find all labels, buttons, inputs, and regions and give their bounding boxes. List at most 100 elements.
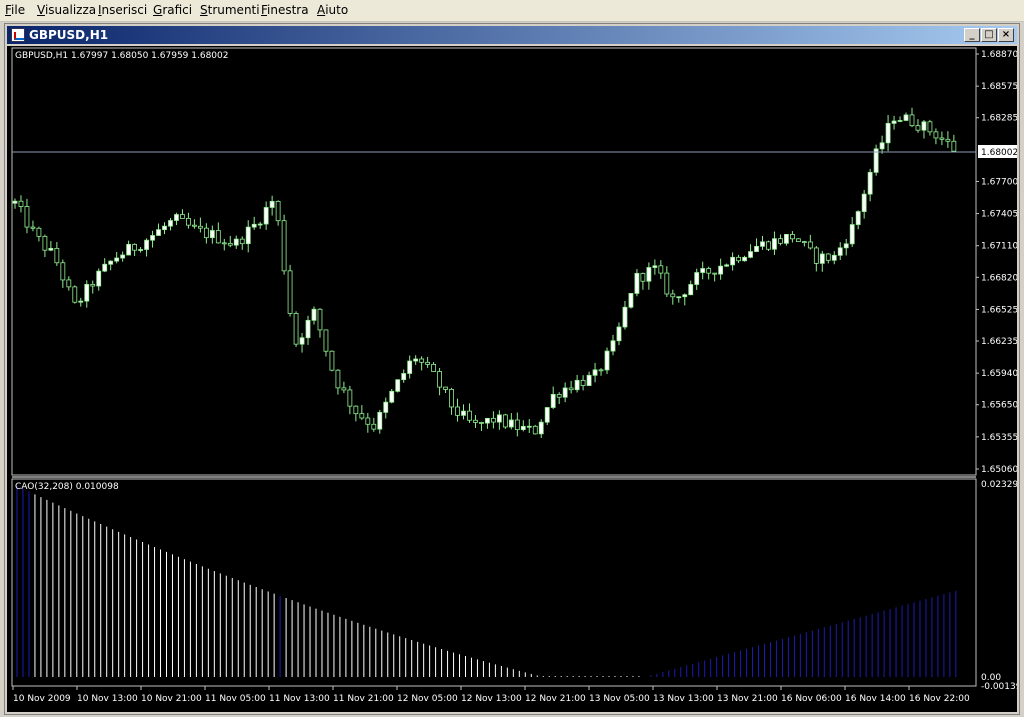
candle-body	[120, 254, 126, 259]
price-axis-label: 1.65650	[981, 401, 1017, 411]
candle-body	[287, 270, 293, 314]
price-axis-label: 1.65355	[981, 433, 1017, 443]
candle-body	[245, 226, 251, 245]
candle-body	[389, 390, 395, 403]
candle-body	[413, 358, 419, 362]
candle-body	[126, 243, 132, 256]
candle-body	[233, 238, 239, 246]
candle-body	[867, 171, 873, 195]
menu-inserisci[interactable]: Inserisci	[98, 3, 147, 17]
candle-body	[778, 238, 783, 244]
candle-body	[652, 265, 658, 268]
candle-body	[724, 264, 730, 267]
candle-body	[42, 235, 48, 251]
chart-svg[interactable]: 1.68002 GBPUSD,H1 1.67997 1.68050 1.6795…	[7, 46, 1024, 712]
candle-body	[36, 227, 42, 237]
price-axis-label: 1.68285	[981, 114, 1017, 124]
candle-body	[275, 201, 281, 222]
candle-body	[736, 256, 741, 262]
menu-bar: File Visualizza Inserisci Grafici Strume…	[0, 0, 1024, 22]
candle-body	[24, 206, 30, 228]
menu-aiuto[interactable]: Aiuto	[317, 3, 348, 17]
price-axis-label: 1.66525	[981, 305, 1017, 315]
candle-body	[132, 243, 137, 251]
candle-body	[305, 319, 311, 339]
candle-body	[502, 414, 508, 428]
candle-body	[706, 268, 712, 274]
time-axis-label: 11 Nov 21:00	[333, 694, 394, 704]
candle-body	[520, 425, 526, 431]
candle-body	[700, 268, 706, 273]
minimize-button[interactable]: _	[964, 28, 980, 42]
time-axis-label: 12 Nov 21:00	[525, 694, 586, 704]
candle-body	[897, 120, 903, 122]
candle-body	[479, 422, 484, 424]
candle-body	[203, 227, 209, 239]
time-axis: 10 Nov 2009 10 Nov 13:00 10 Nov 21:00 11 No…	[12, 686, 970, 704]
candle-body	[407, 360, 413, 374]
candle-body	[550, 393, 556, 408]
candle-body	[945, 138, 951, 142]
candle-body	[269, 201, 275, 208]
price-axis-label: 1.67700	[981, 177, 1017, 187]
candle-body	[455, 406, 460, 416]
time-axis-label: 11 Nov 13:00	[269, 694, 330, 704]
candle-body	[353, 405, 359, 415]
candle-body	[831, 254, 837, 261]
candle-body	[48, 247, 54, 251]
candle-body	[742, 256, 747, 262]
menu-grafici[interactable]: Grafici	[153, 3, 192, 17]
candle-body	[712, 272, 718, 275]
candle-body	[180, 214, 185, 219]
candle-body	[640, 272, 646, 282]
menu-strumenti[interactable]: Strumenti	[200, 3, 260, 17]
candle-body	[849, 224, 855, 245]
candle-body	[915, 125, 921, 131]
candle-body	[383, 401, 389, 413]
candle-body	[556, 393, 562, 398]
candle-body	[670, 293, 676, 298]
menu-finestra[interactable]: Finestra	[261, 3, 309, 17]
candle-body	[335, 369, 341, 389]
candle-body	[598, 369, 604, 372]
candle-body	[239, 238, 245, 245]
candle-body	[885, 123, 891, 144]
candle-body	[251, 223, 257, 228]
candle-body	[490, 417, 496, 423]
candle-body	[772, 238, 777, 250]
time-axis-label: 10 Nov 13:00	[77, 694, 138, 704]
candle-body	[467, 410, 472, 421]
candles-group	[12, 107, 957, 439]
candle-body	[365, 417, 371, 425]
menu-visualizza[interactable]: Visualizza	[37, 3, 96, 17]
oscillator-group	[16, 486, 957, 677]
candle-body	[921, 121, 927, 131]
candle-body	[891, 120, 897, 124]
close-button[interactable]: ×	[998, 28, 1014, 42]
candle-body	[933, 131, 939, 139]
maximize-button[interactable]: □	[981, 28, 997, 42]
chart-canvas[interactable]: 1.68002 GBPUSD,H1 1.67997 1.68050 1.6795…	[7, 46, 1024, 712]
time-axis-label: 16 Nov 22:00	[909, 694, 970, 704]
candle-body	[431, 363, 437, 372]
candle-body	[317, 308, 323, 331]
candle-body	[861, 193, 867, 212]
candle-body	[138, 249, 143, 251]
candle-body	[66, 279, 72, 288]
candle-body	[425, 361, 431, 365]
candle-body	[108, 260, 114, 265]
candle-body	[437, 371, 442, 388]
price-axis-label: 1.67110	[981, 242, 1017, 252]
candle-body	[664, 272, 670, 295]
candle-body	[90, 283, 96, 287]
candle-body	[837, 247, 843, 256]
price-axis-label: 1.66820	[981, 273, 1017, 283]
candle-body	[813, 247, 819, 264]
time-axis-label: 12 Nov 13:00	[461, 694, 522, 704]
candle-body	[281, 220, 287, 272]
candle-body	[443, 386, 448, 390]
menu-file[interactable]: File	[5, 3, 25, 17]
window-titlebar[interactable]: GBPUSD,H1 _ □ ×	[7, 26, 1017, 44]
candle-body	[658, 265, 664, 274]
candle-body	[473, 419, 478, 423]
